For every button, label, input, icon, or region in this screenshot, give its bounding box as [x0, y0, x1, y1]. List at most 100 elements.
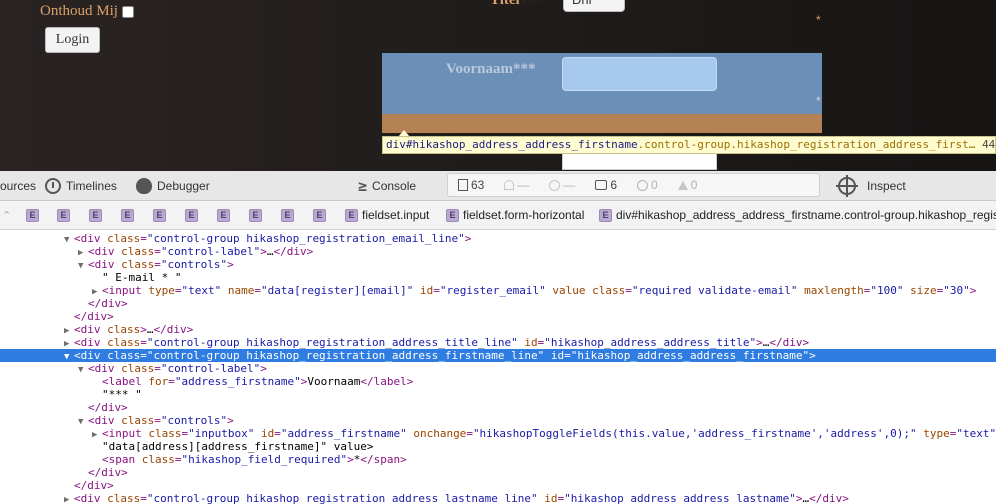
tab-debugger-label: Debugger — [157, 178, 210, 193]
dom-tree: ▼ <div class="control-group hikashop_regi… — [0, 230, 996, 504]
tree-row[interactable]: </div> — [0, 401, 996, 414]
remember-me: Onthoud Mij — [40, 3, 134, 20]
tooltip-selector-classes: .control-group.hikashop_registration_add… — [637, 138, 976, 151]
tab-sources[interactable]: ources — [0, 171, 36, 200]
tab-sources-label: ources — [0, 178, 37, 193]
inspect-button[interactable]: Inspect — [836, 171, 906, 200]
tree-row[interactable]: " E-mail * " — [0, 271, 996, 284]
element-icon: E — [446, 208, 459, 222]
tree-row[interactable]: </div> — [0, 466, 996, 479]
tab-debugger[interactable]: Debugger — [136, 171, 210, 200]
tooltip-selector-id: div#hikashop_address_address_firstname — [386, 138, 638, 151]
time-counter[interactable]: — — [539, 178, 585, 192]
bug-icon — [136, 177, 152, 194]
error-icon — [637, 179, 649, 191]
clock-icon — [549, 179, 561, 191]
tree-row-markup: <input class="inputbox" id="address_firs… — [102, 427, 996, 440]
next-input[interactable] — [562, 154, 717, 170]
warning-icon — [677, 180, 688, 190]
tree-row[interactable]: </div> — [0, 479, 996, 492]
message-icon — [595, 180, 608, 190]
tree-row-markup: " E-mail * " — [102, 271, 182, 284]
tree-row[interactable]: ▶ <div class="control-label">…</div> — [0, 245, 996, 258]
tree-row[interactable]: ▼ <div class="controls"> — [0, 414, 996, 427]
network-counter[interactable]: — — [494, 178, 539, 192]
breadcrumb-item[interactable]: E — [121, 201, 134, 229]
required-marker: * — [816, 13, 821, 27]
tree-row-markup: </div> — [74, 310, 114, 323]
disclosure-closed-icon[interactable]: ▶ — [64, 494, 74, 504]
breadcrumb-item[interactable]: E — [281, 201, 294, 229]
tree-row[interactable]: ▼ <div class="controls"> — [0, 258, 996, 271]
resources-counter[interactable]: 63 — [448, 178, 494, 192]
breadcrumb-item[interactable]: E — [185, 201, 198, 229]
breadcrumb-item[interactable]: E — [89, 201, 102, 229]
tree-row[interactable]: <label for="address_firstname">Voornaam<… — [0, 375, 996, 388]
tree-row[interactable]: ▶ <input class="inputbox" id="address_fir… — [0, 427, 996, 440]
tab-timelines[interactable]: Timelines — [45, 171, 117, 200]
tree-row[interactable]: ▶ <div class>…</div> — [0, 323, 996, 336]
remember-checkbox[interactable] — [121, 5, 134, 18]
console-icon: ≥ — [358, 176, 368, 195]
element-icon: E — [345, 208, 358, 222]
element-icon: E — [313, 208, 326, 222]
tree-row-markup: <div class="control-label">…</div> — [88, 245, 314, 258]
tree-row[interactable]: "data[address][address_firstname]" value… — [0, 440, 996, 453]
page-preview: Onthoud Mij Login Titel*** Dhr * Voornaa… — [0, 0, 996, 171]
breadcrumb-item[interactable]: E — [26, 201, 39, 229]
tree-row-selected[interactable]: ▼ <div class="control-group hikashop_regi… — [0, 349, 996, 362]
console-button[interactable]: ≥ Console — [358, 171, 416, 200]
tree-row-markup: </div> — [88, 466, 128, 479]
login-button[interactable]: Login — [45, 27, 100, 53]
breadcrumb-item[interactable]: E — [313, 201, 326, 229]
weight-icon — [504, 180, 515, 190]
logs-counter[interactable]: 6 — [585, 178, 627, 192]
tree-row-markup: <div class="control-label"> — [88, 362, 267, 375]
tree-row[interactable]: </div> — [0, 310, 996, 323]
breadcrumb-item[interactable]: E — [249, 201, 262, 229]
tree-row-markup: <div class="controls"> — [88, 414, 234, 427]
breadcrumb-item[interactable]: E — [217, 201, 230, 229]
breadcrumb-item-fieldset-form[interactable]: E fieldset.form-horizontal — [446, 201, 584, 229]
logs-count: 6 — [610, 178, 618, 192]
breadcrumb-item-fieldset-input[interactable]: E fieldset.input — [345, 201, 429, 229]
tree-row[interactable]: ▼ <div class="control-label"> — [0, 362, 996, 375]
time-dash: — — [563, 178, 576, 192]
tree-row[interactable]: ▶ <div class="control-group hikashop_regi… — [0, 336, 996, 349]
breadcrumb-item[interactable]: E — [57, 201, 70, 229]
tree-row-markup: </div> — [88, 297, 128, 310]
breadcrumb-item-current[interactable]: E div#hikashop_address_address_firstname… — [599, 201, 996, 229]
element-icon: E — [217, 208, 230, 222]
stopwatch-icon — [45, 177, 61, 194]
tree-row[interactable]: ▶ <div class="control-group hikashop_regi… — [0, 492, 996, 504]
tree-row[interactable]: </div> — [0, 297, 996, 310]
title-select[interactable]: Dhr — [563, 0, 625, 12]
tree-row-markup: </div> — [74, 479, 114, 492]
breadcrumb-label: fieldset.input — [362, 208, 430, 222]
element-icon: E — [281, 208, 294, 222]
tooltip-dimensions: 440 — [982, 138, 996, 151]
errors-counter[interactable]: 0 — [627, 178, 668, 192]
tree-row-markup: <div class="control-group hikashop_regis… — [74, 336, 810, 349]
tree-row-markup: </div> — [88, 401, 128, 414]
element-icon: E — [599, 208, 612, 222]
tree-row[interactable]: ▶ <input type="text" name="data[register]… — [0, 284, 996, 297]
warnings-count: 0 — [690, 178, 698, 192]
highlight-margin-box — [382, 114, 822, 133]
tree-row-markup: <div class>…</div> — [74, 323, 194, 336]
element-icon: E — [89, 208, 102, 222]
tree-row[interactable]: "*** " — [0, 388, 996, 401]
resources-count: 63 — [471, 178, 485, 192]
breadcrumb-item[interactable]: E — [153, 201, 166, 229]
title-label: Titel*** — [490, 0, 543, 8]
activity-counters: 63 — — 6 0 0 — [447, 173, 820, 197]
breadcrumb-scroll[interactable]: ⌃ — [2, 201, 11, 229]
tree-row-markup: <input type="text" name="data[register][… — [102, 284, 977, 297]
firstname-input[interactable] — [562, 57, 717, 91]
element-icon: E — [185, 208, 198, 222]
element-icon: E — [57, 208, 70, 222]
tree-row[interactable]: <span class="hikashop_field_required">*<… — [0, 453, 996, 466]
tree-row[interactable]: ▼ <div class="control-group hikashop_regi… — [0, 232, 996, 245]
element-tooltip: div#hikashop_address_address_firstname.c… — [382, 136, 996, 154]
warnings-counter[interactable]: 0 — [668, 178, 708, 192]
